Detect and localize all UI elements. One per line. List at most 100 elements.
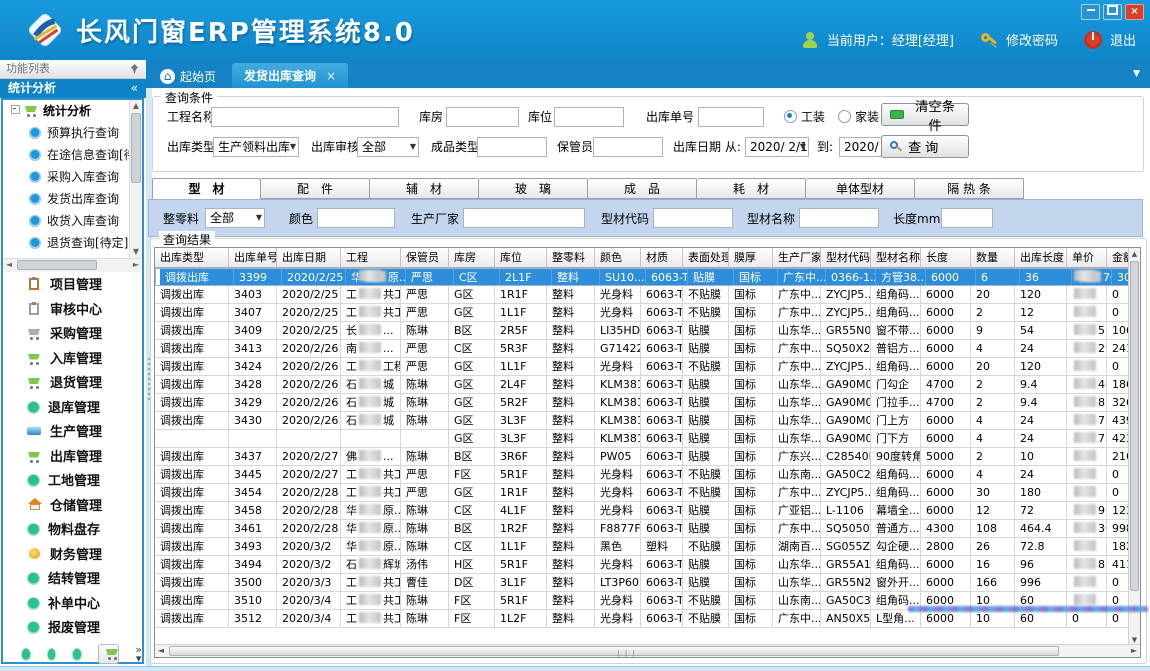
module-dot-icon[interactable] <box>72 648 82 661</box>
material-tab-1[interactable]: 配 件 <box>261 178 370 199</box>
table-row[interactable]: 调拨出库34542020/2/28工共工程严思G区1R1F整料光身料6063-T… <box>155 484 1140 502</box>
sidebar-item[interactable]: 采购管理 <box>3 323 142 348</box>
sidebar-item[interactable]: 退货管理 <box>3 372 142 397</box>
tree-item[interactable]: 收货入库查询 <box>3 210 142 232</box>
sidebar-item[interactable]: 退库管理 <box>3 397 142 422</box>
table-row[interactable]: 调拨出库34452020/2/27工共工程严思F区5R1F整料光身料6063-T… <box>155 466 1140 484</box>
column-header[interactable]: 库房 <box>449 248 495 268</box>
cart-module-button[interactable] <box>98 644 119 664</box>
length-input[interactable] <box>941 208 993 228</box>
table-row[interactable]: 调拨出库34372020/2/27佛...陈琳B区3R6F整料PW056063-… <box>155 448 1140 466</box>
whole-part-select[interactable]: 全部 <box>205 208 265 228</box>
column-header[interactable]: 出库日期 <box>277 248 341 268</box>
material-tab-0[interactable]: 型 材 <box>152 178 261 199</box>
sidebar-item[interactable]: 报废管理 <box>3 617 142 642</box>
column-header[interactable]: 整零料 <box>547 248 595 268</box>
column-header[interactable]: 出库长度 <box>1015 248 1067 268</box>
table-row[interactable]: 调拨出库34282020/2/26石城陈琳G区2L4F整料KLM38176063… <box>155 376 1140 394</box>
scroll-thumb[interactable]: ❘❘❘ <box>169 646 1059 656</box>
radio-home[interactable]: 家装 <box>838 107 879 127</box>
column-header[interactable]: 型材名称 <box>871 248 921 268</box>
table-row[interactable]: 调拨出库34582020/2/28华原...陈琳C区4L1F整料光身料6063-… <box>155 502 1140 520</box>
overflow-chevron-icon[interactable]: »▾ <box>135 645 142 663</box>
table-row[interactable]: 调拨出库34292020/2/26石城陈琳G区5R2F整料KLM38176063… <box>155 394 1140 412</box>
table-row[interactable]: 调拨出库34932020/3/2华原...陈琳C区1L1F整料黑色塑料不贴膜国标… <box>155 538 1140 556</box>
column-header[interactable]: 膜厚 <box>729 248 773 268</box>
section-header[interactable]: 统计分析 « <box>0 79 146 98</box>
column-header[interactable]: 生产厂家 <box>773 248 821 268</box>
sidebar-item[interactable]: 出库管理 <box>3 446 142 471</box>
maker-input[interactable] <box>463 208 585 228</box>
column-header[interactable]: 库位 <box>495 248 547 268</box>
table-row[interactable]: 调拨出库34032020/2/25工共工程严思G区1R1F整料光身料6063-T… <box>155 286 1140 304</box>
tree-item[interactable]: 发货出库查询 <box>3 188 142 210</box>
audit-select[interactable]: 全部 <box>357 137 419 157</box>
scroll-right-icon[interactable]: ► <box>1128 645 1140 657</box>
table-horizontal-scrollbar[interactable]: ◄ ❘❘❘ ► <box>155 644 1140 657</box>
expander-icon[interactable] <box>11 105 20 114</box>
tab-close-icon[interactable]: × <box>326 69 336 83</box>
scroll-right-icon[interactable]: ► <box>130 259 142 271</box>
table-row[interactable]: 调拨出库35002020/3/3工共工程曹佳D区3L1F整料LT3P606063… <box>155 574 1140 592</box>
table-row[interactable]: 调拨出库34132020/2/26南...严思C区5R3F整料G71422606… <box>155 340 1140 358</box>
tree-horizontal-scrollbar[interactable]: ◄ ► <box>3 258 142 272</box>
tree-item[interactable]: 预算执行查询 <box>3 122 142 144</box>
sidebar-item[interactable]: 补单中心 <box>3 593 142 618</box>
change-password-link[interactable]: 修改密码 <box>1006 30 1058 49</box>
table-vertical-scrollbar[interactable]: ▲ ▼ <box>1128 248 1140 646</box>
table-row[interactable]: G区3L3F整料KLM38176063-T5贴膜国标山东华...GA90M09.… <box>155 430 1140 448</box>
scroll-thumb[interactable] <box>131 113 141 183</box>
warehouse-input[interactable] <box>446 107 519 127</box>
column-header[interactable]: 型材代码 <box>821 248 871 268</box>
table-row[interactable]: 调拨出库34302020/2/26石城陈琳G区3L3F整料KLM38176063… <box>155 412 1140 430</box>
material-tab-3[interactable]: 玻 璃 <box>479 178 588 199</box>
radio-industrial[interactable]: 工装 <box>784 107 825 127</box>
column-header[interactable]: 表面处理 <box>683 248 729 268</box>
profile-name-input[interactable] <box>799 208 879 228</box>
sidebar-item[interactable]: 财务管理 <box>3 544 142 569</box>
order-no-input[interactable] <box>698 107 764 127</box>
sidebar-item[interactable]: 工地管理 <box>3 470 142 495</box>
scroll-left-icon[interactable]: ◄ <box>3 259 15 271</box>
column-header[interactable]: 出库单号 <box>229 248 277 268</box>
column-header[interactable]: 金额 <box>1107 248 1129 268</box>
search-button[interactable]: 查 询 <box>881 135 969 158</box>
sidebar-item[interactable]: 物料盘存 <box>3 519 142 544</box>
tree-item[interactable]: 在途信息查询[待 <box>3 144 142 166</box>
column-header[interactable]: 长度 <box>921 248 971 268</box>
material-tab-7[interactable]: 隔 热 条 <box>915 178 1024 199</box>
profile-code-input[interactable] <box>653 208 733 228</box>
column-header[interactable]: 单价 <box>1067 248 1107 268</box>
tree-root[interactable]: 统计分析 <box>3 100 142 122</box>
table-row[interactable]: 调拨出库35122020/3/4工共工程陈琳F区1L2F整料光身料6063-T5… <box>155 610 1140 628</box>
tab-list-dropdown-icon[interactable]: ▼ <box>1133 69 1140 79</box>
material-tab-6[interactable]: 单体型材 <box>806 178 915 199</box>
pin-icon[interactable] <box>130 64 139 75</box>
table-row[interactable]: 调拨出库34092020/2/25长...陈琳B区2R5F整料LI35HD606… <box>155 322 1140 340</box>
material-tab-4[interactable]: 成 品 <box>588 178 697 199</box>
sidebar-item[interactable]: 审核中心 <box>3 299 142 324</box>
tree-vertical-scrollbar[interactable]: ▲ ▼ <box>129 100 142 258</box>
maximize-button[interactable] <box>1103 4 1122 20</box>
tab-shipment-outbound-query[interactable]: 发货出库查询 × <box>232 63 348 88</box>
tree-item[interactable]: 采购入库查询 <box>3 166 142 188</box>
column-header[interactable]: 材质 <box>641 248 683 268</box>
column-header[interactable]: 出库类型 <box>155 248 229 268</box>
scroll-up-icon[interactable]: ▲ <box>130 100 142 112</box>
logout-link[interactable]: 退出 <box>1110 30 1136 49</box>
tree-item[interactable]: 退货查询[待定] <box>3 232 142 254</box>
material-tab-2[interactable]: 辅 材 <box>370 178 479 199</box>
table-row[interactable]: 调拨出库33992020/2/25华原...严思C区2L1F整料SU10...6… <box>155 268 1141 286</box>
close-button[interactable]: × <box>1125 4 1144 20</box>
project-name-input[interactable] <box>211 107 399 127</box>
module-dot-icon[interactable] <box>47 648 57 661</box>
scroll-left-icon[interactable]: ◄ <box>155 645 167 657</box>
out-type-select[interactable]: 生产领料出库 <box>213 137 299 157</box>
clear-conditions-button[interactable]: 清空条件 <box>881 103 969 126</box>
column-header[interactable]: 保管员 <box>401 248 449 268</box>
scroll-thumb[interactable] <box>17 260 97 270</box>
material-tab-5[interactable]: 耗 材 <box>697 178 806 199</box>
sidebar-item[interactable]: 结转管理 <box>3 568 142 593</box>
collapse-icon[interactable]: « <box>131 79 138 98</box>
product-type-input[interactable] <box>477 137 547 157</box>
